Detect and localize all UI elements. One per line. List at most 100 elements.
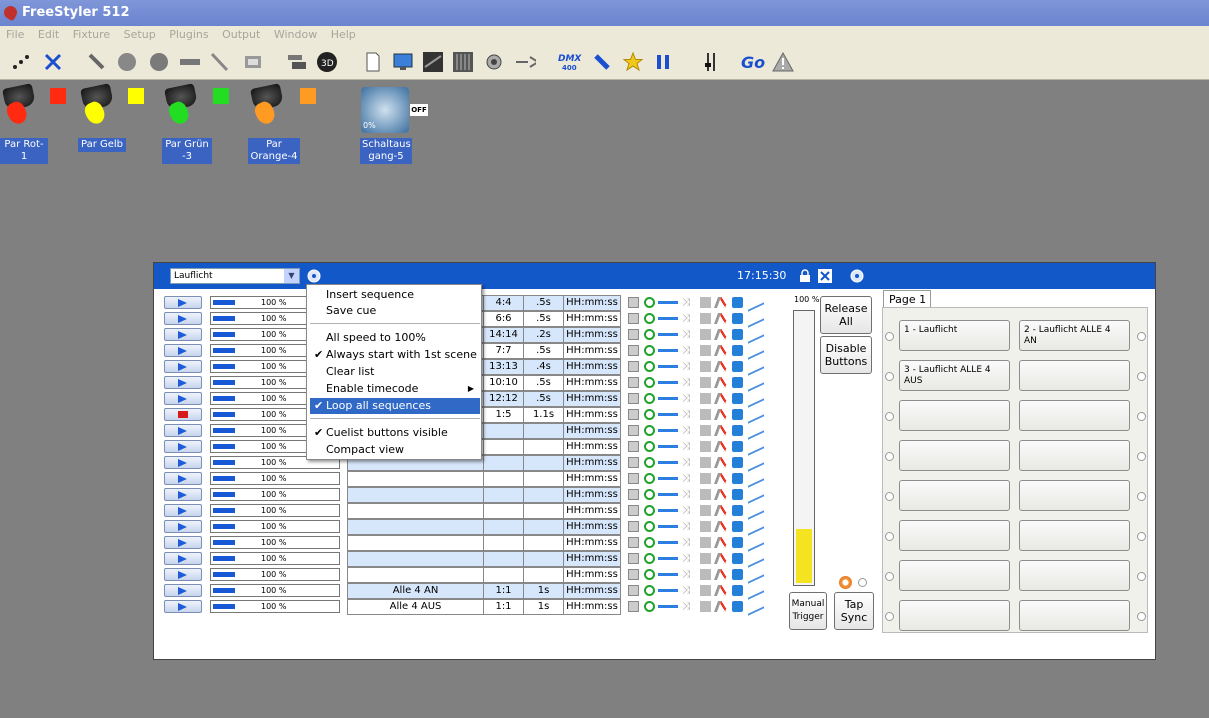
cue-cell-b[interactable]: .5s xyxy=(523,343,564,359)
play-button[interactable] xyxy=(164,376,202,389)
wand-icon[interactable] xyxy=(86,51,108,73)
shuffle-icon[interactable]: ⤨ xyxy=(682,329,693,340)
play-button[interactable] xyxy=(164,584,202,597)
edit-cue-icon[interactable] xyxy=(628,377,639,388)
page-cue-radio[interactable] xyxy=(1137,372,1146,381)
page-cue-radio[interactable] xyxy=(1137,612,1146,621)
menu-item[interactable]: ✔ Cuelist buttons visible xyxy=(310,425,480,441)
page-cue-radio[interactable] xyxy=(885,452,894,461)
info-icon[interactable] xyxy=(732,601,743,612)
shuffle-icon[interactable]: ⤨ xyxy=(682,441,693,452)
menu-item[interactable]: ✔ Loop all sequences xyxy=(310,398,480,414)
page-cue-radio[interactable] xyxy=(1137,452,1146,461)
fade-icon[interactable] xyxy=(700,505,711,516)
refresh-icon[interactable] xyxy=(644,569,655,580)
fixture-select-icon[interactable] xyxy=(10,51,32,73)
new-document-icon[interactable] xyxy=(362,51,384,73)
cue-cell-b[interactable] xyxy=(523,455,564,471)
refresh-icon[interactable] xyxy=(644,537,655,548)
disable-icon[interactable] xyxy=(713,441,730,452)
disable-icon[interactable] xyxy=(713,505,730,516)
edit-cue-icon[interactable] xyxy=(628,537,639,548)
info-icon[interactable] xyxy=(732,361,743,372)
play-button[interactable] xyxy=(164,456,202,469)
fade-icon[interactable] xyxy=(700,569,711,580)
cue-cell-name[interactable] xyxy=(347,519,484,535)
cue-cell-a[interactable] xyxy=(483,455,524,471)
page-cue-button[interactable] xyxy=(899,520,1010,551)
refresh-icon[interactable] xyxy=(644,297,655,308)
fade-icon[interactable] xyxy=(700,361,711,372)
play-button[interactable] xyxy=(164,440,202,453)
cue-cell-b[interactable] xyxy=(523,567,564,583)
refresh-icon[interactable] xyxy=(644,521,655,532)
page-cue-button[interactable] xyxy=(1019,560,1130,591)
disable-icon[interactable] xyxy=(713,361,730,372)
play-button[interactable] xyxy=(164,552,202,565)
play-button[interactable] xyxy=(164,488,202,501)
info-icon[interactable] xyxy=(732,297,743,308)
arrow-right-icon[interactable] xyxy=(658,493,678,496)
disable-buttons-button[interactable]: Disable Buttons xyxy=(820,336,872,374)
cue-cell-a[interactable] xyxy=(483,471,524,487)
disable-icon[interactable] xyxy=(713,457,730,468)
info-icon[interactable] xyxy=(732,505,743,516)
cue-cell-time[interactable]: HH:mm:ss xyxy=(563,503,621,519)
page-cue-button[interactable] xyxy=(1019,400,1130,431)
play-button[interactable] xyxy=(164,504,202,517)
cue-cell-b[interactable] xyxy=(523,551,564,567)
pause-icon[interactable] xyxy=(652,51,674,73)
refresh-icon[interactable] xyxy=(644,393,655,404)
submaster-icon[interactable] xyxy=(422,51,444,73)
fader-level-icon[interactable] xyxy=(700,51,722,73)
cue-cell-time[interactable]: HH:mm:ss xyxy=(563,455,621,471)
page-cue-radio[interactable] xyxy=(885,612,894,621)
menu-item[interactable]: ✔ Always start with 1st scene xyxy=(310,347,480,363)
menu-item[interactable]: Clear list xyxy=(310,364,480,380)
cue-cell-b[interactable] xyxy=(523,535,564,551)
arrow-right-icon[interactable] xyxy=(658,429,678,432)
menu-file[interactable]: File xyxy=(6,26,24,44)
cue-cell-a[interactable] xyxy=(483,551,524,567)
arrow-right-icon[interactable] xyxy=(658,509,678,512)
cue-cell-b[interactable]: 1s xyxy=(523,599,564,615)
page-cue-radio[interactable] xyxy=(885,372,894,381)
arrow-right-icon[interactable] xyxy=(658,557,678,560)
speed-slider[interactable]: 100 % xyxy=(210,584,340,597)
cue-cell-a[interactable]: 6:6 xyxy=(483,311,524,327)
tap-sync-button[interactable]: Tap Sync xyxy=(834,592,874,630)
info-icon[interactable] xyxy=(732,489,743,500)
info-icon[interactable] xyxy=(732,313,743,324)
edit-cue-icon[interactable] xyxy=(628,329,639,340)
cue-cell-name[interactable] xyxy=(347,471,484,487)
screen-icon[interactable] xyxy=(242,51,264,73)
fade-icon[interactable] xyxy=(700,537,711,548)
movement-icon[interactable] xyxy=(178,51,200,73)
page-cue-radio[interactable] xyxy=(1137,572,1146,581)
info-icon[interactable] xyxy=(732,409,743,420)
refresh-icon[interactable] xyxy=(644,377,655,388)
fade-icon[interactable] xyxy=(700,297,711,308)
page-cue-button[interactable] xyxy=(899,400,1010,431)
cue-cell-b[interactable] xyxy=(523,519,564,535)
settings-gear-icon[interactable] xyxy=(306,268,322,284)
cue-cell-a[interactable] xyxy=(483,503,524,519)
fade-icon[interactable] xyxy=(700,409,711,420)
fade-icon[interactable] xyxy=(700,457,711,468)
cue-cell-time[interactable]: HH:mm:ss xyxy=(563,407,621,423)
color-wheel-icon[interactable] xyxy=(148,51,170,73)
shuffle-icon[interactable]: ⤨ xyxy=(682,473,693,484)
disable-icon[interactable] xyxy=(713,425,730,436)
disable-icon[interactable] xyxy=(713,377,730,388)
arrow-right-icon[interactable] xyxy=(658,413,678,416)
fade-icon[interactable] xyxy=(700,489,711,500)
manual-trigger-button[interactable]: Manual Trigger xyxy=(789,592,827,630)
cue-cell-b[interactable] xyxy=(523,503,564,519)
cue-cell-a[interactable]: 13:13 xyxy=(483,359,524,375)
info-icon[interactable] xyxy=(732,473,743,484)
info-icon[interactable] xyxy=(732,393,743,404)
cue-cell-a[interactable] xyxy=(483,439,524,455)
disable-icon[interactable] xyxy=(713,345,730,356)
fade-icon[interactable] xyxy=(700,441,711,452)
play-button[interactable] xyxy=(164,472,202,485)
